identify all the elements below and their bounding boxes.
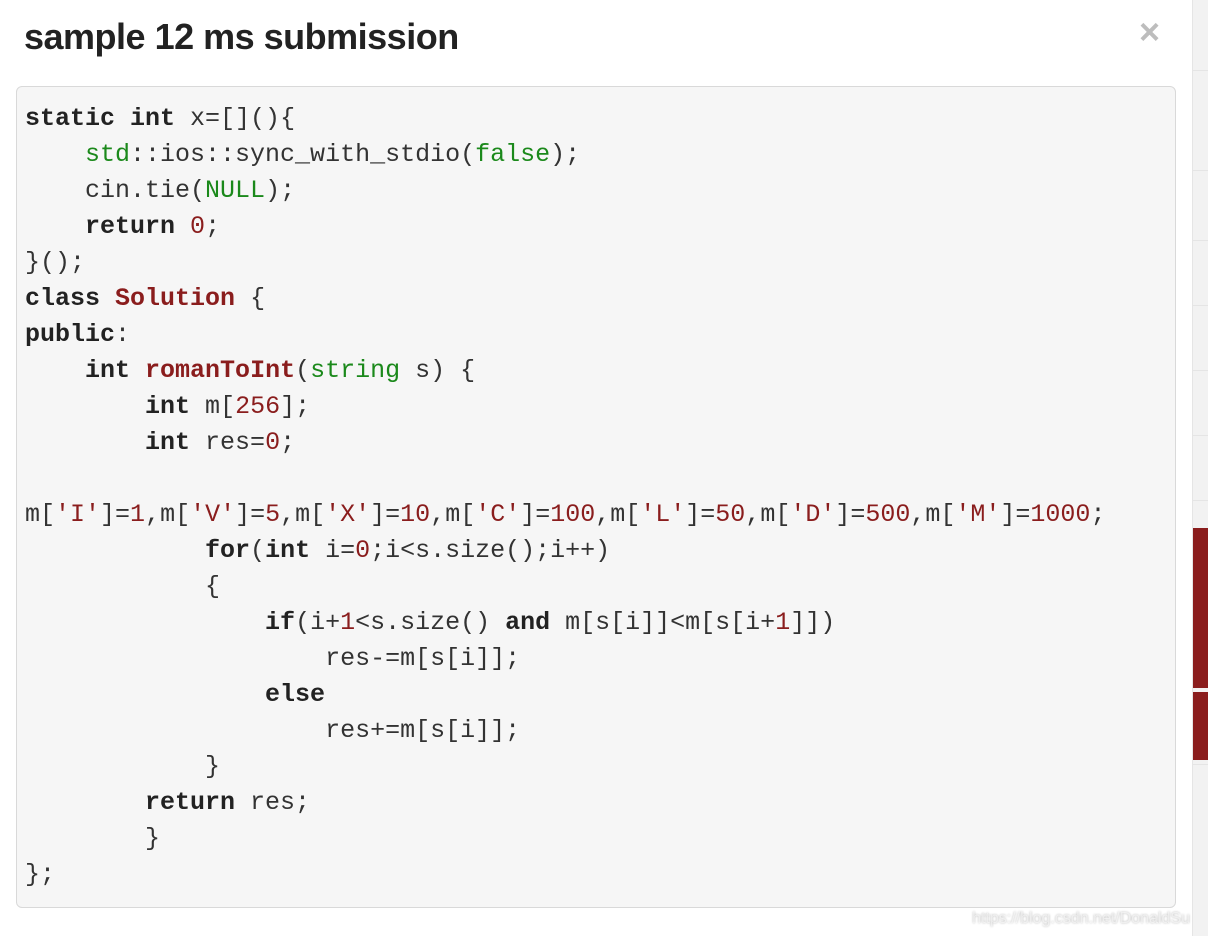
code-block[interactable]: static int x=[](){ std::ios::sync_with_s…	[25, 101, 1167, 893]
code-panel: static int x=[](){ std::ios::sync_with_s…	[16, 86, 1176, 908]
modal-header: sample 12 ms submission ×	[0, 0, 1192, 58]
modal-title: sample 12 ms submission	[24, 16, 459, 58]
close-icon[interactable]: ×	[1139, 10, 1168, 50]
submission-modal: sample 12 ms submission × static int x=[…	[0, 0, 1192, 936]
background-sidebar	[1192, 0, 1208, 936]
